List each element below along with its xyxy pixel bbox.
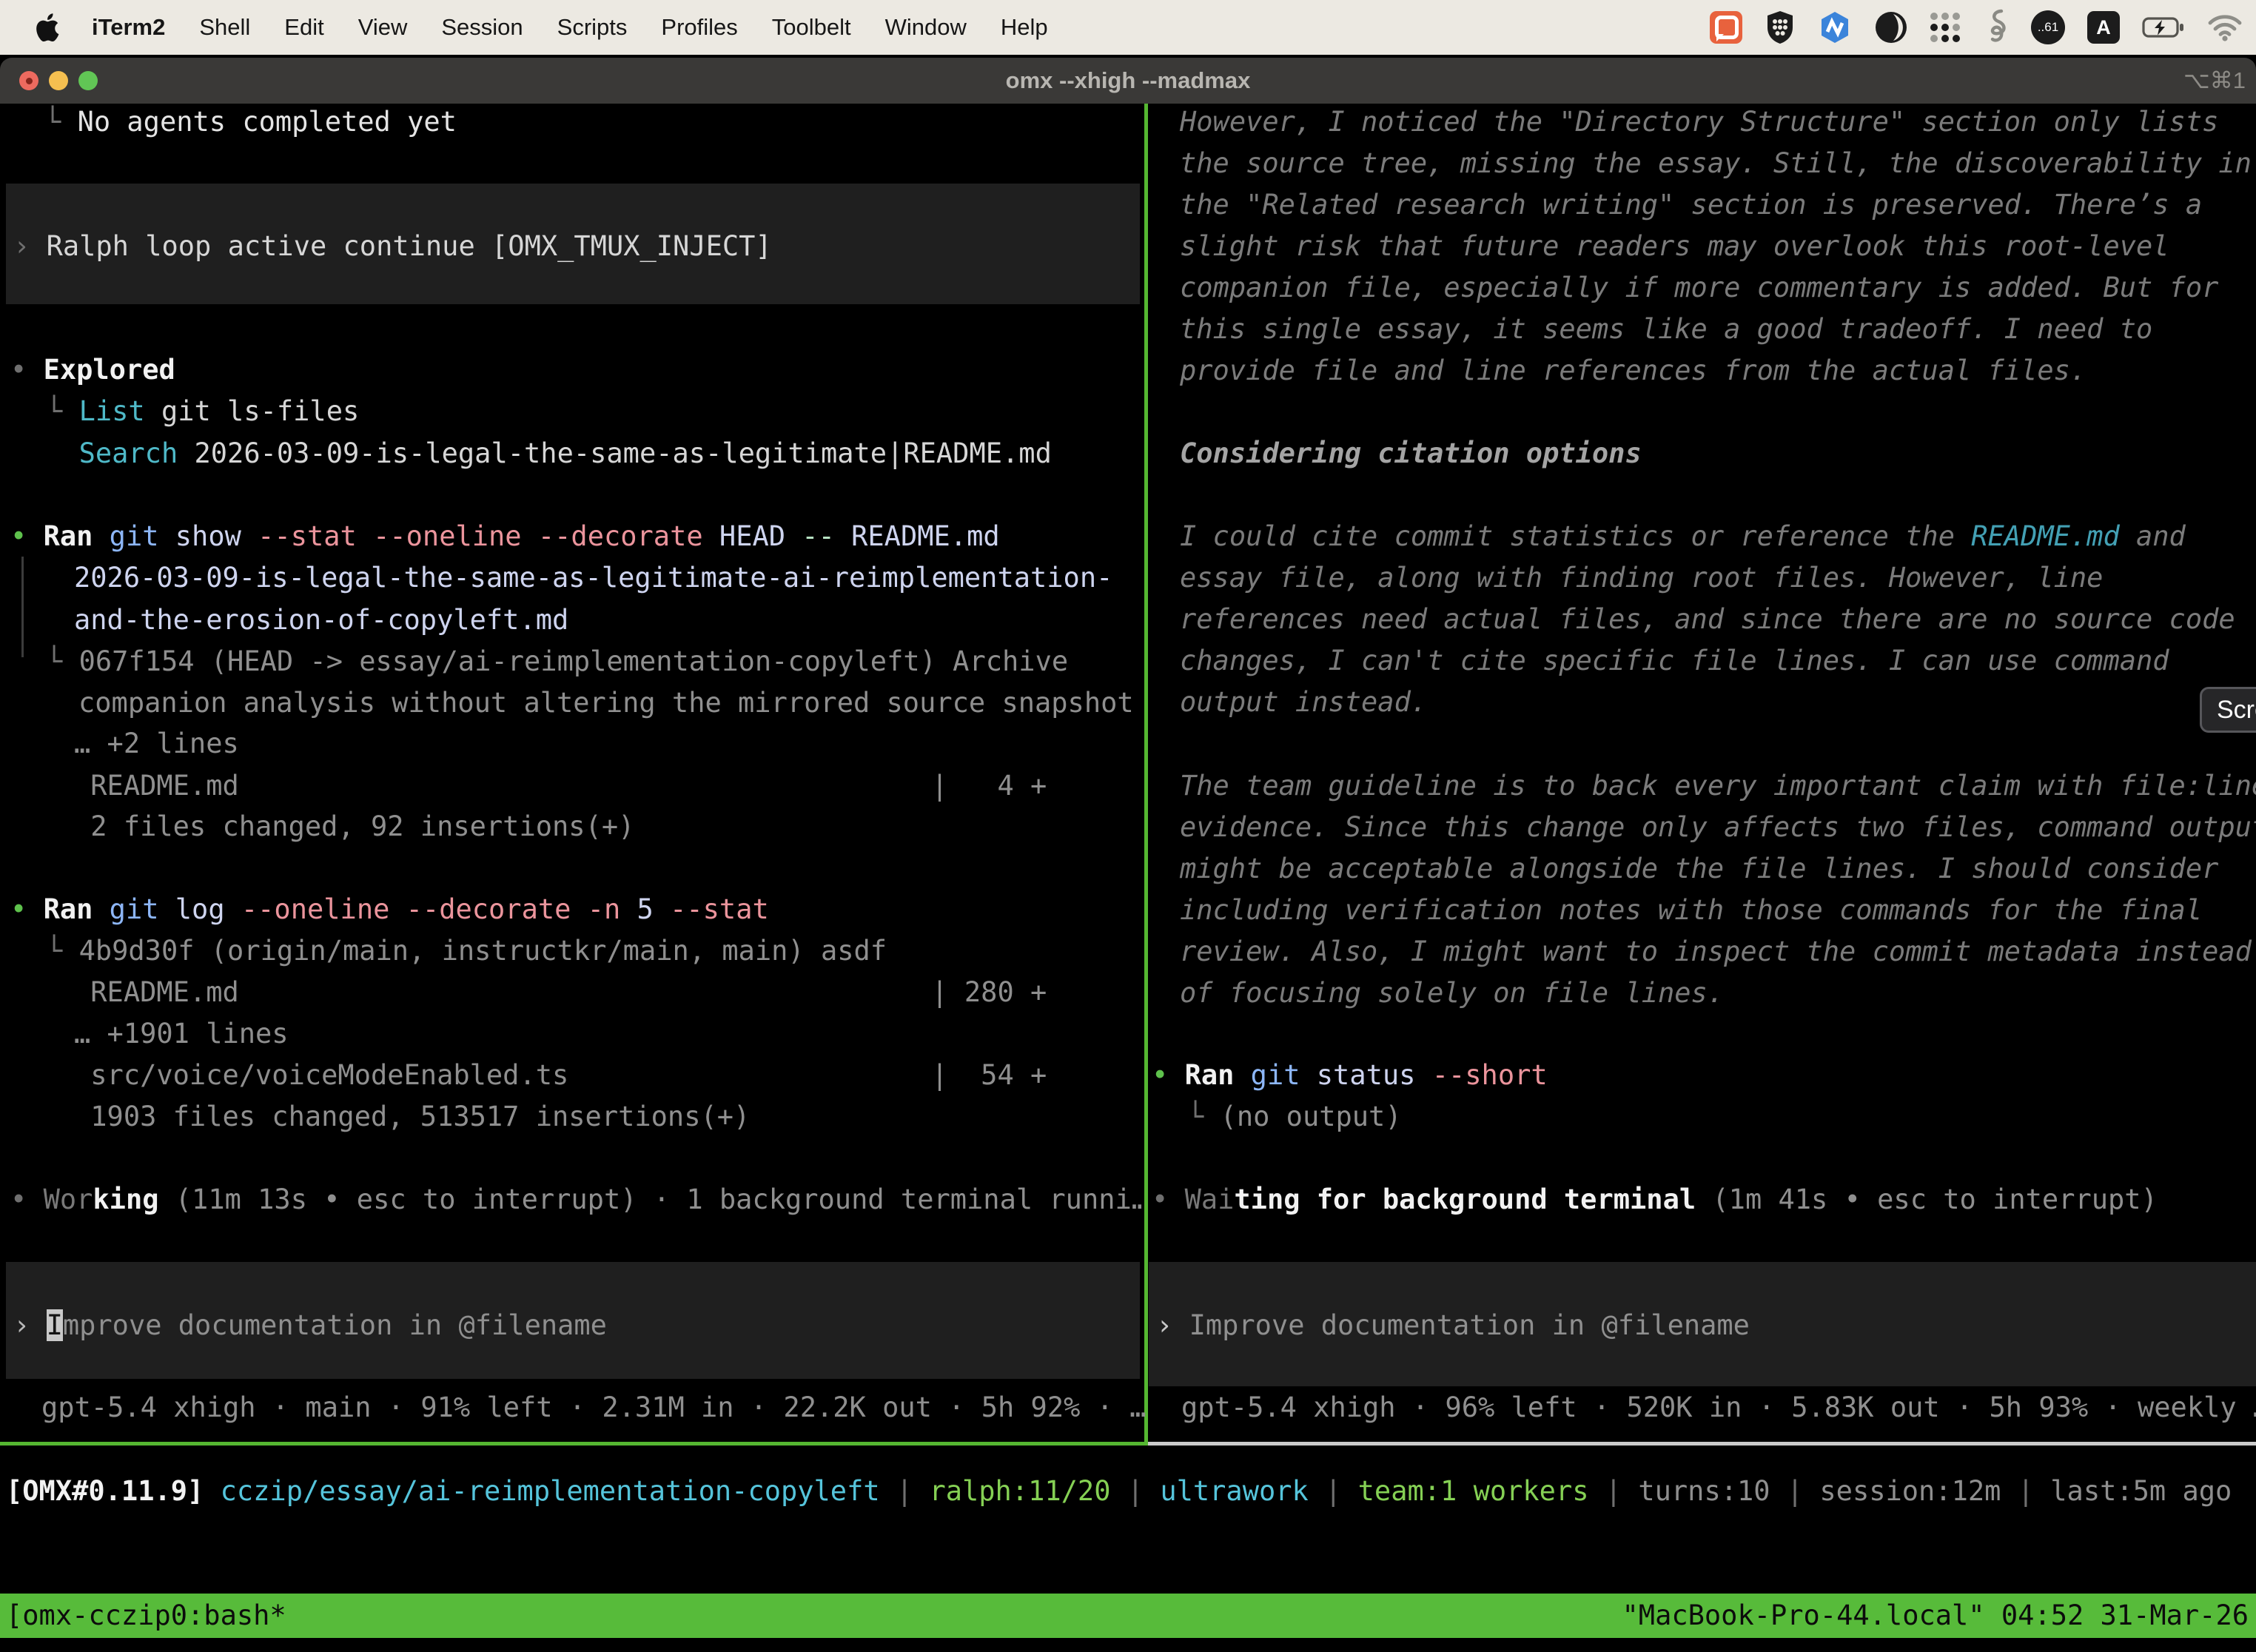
reasoning-heading: Considering citation options [1180,433,1642,474]
omx-version: [OMX#0.11.9] [6,1475,204,1507]
apple-menu-icon[interactable] [34,13,59,42]
menu-item-edit[interactable]: Edit [284,14,323,41]
contrast-crescent-icon[interactable] [1874,10,1908,44]
ran-git-show-command: • Ran git show --stat --oneline --decora… [10,516,1000,557]
reasoning-paragraph: The team guideline is to back every impo… [1180,765,2256,1014]
omx-ralph-count: ralph:11/20 [929,1475,1110,1507]
input-source-icon[interactable]: A [2087,11,2120,44]
git-show-output-line: README.md | 4 + [74,765,1047,807]
chat-app-icon[interactable] [1710,11,1742,44]
menu-item-view[interactable]: View [358,14,408,41]
omx-team: team:1 workers [1358,1475,1589,1507]
omx-session-time: session:12m [1819,1475,2001,1507]
hexagon-bolt-icon[interactable] [1818,10,1852,44]
tmux-status-bar: [omx-cczip0:bash* "MacBook-Pro-44.local"… [0,1594,2256,1638]
menu-item-shell[interactable]: Shell [199,14,250,41]
git-show-output-line: └ 067f154 (HEAD -> essay/ai-reimplementa… [46,641,1068,682]
git-status-output-line: └ (no output) [1187,1096,1402,1138]
macos-menu-bar: iTerm2 Shell Edit View Session Scripts P… [0,0,2256,55]
menu-item-profiles[interactable]: Profiles [661,14,737,41]
explored-list-line: └ List git ls-files [46,391,359,432]
git-show-output-line: 2 files changed, 92 insertions(+) [74,806,634,847]
tree-guide-line [21,557,24,657]
menu-item-toolbelt[interactable]: Toolbelt [772,14,851,41]
right-session-status: gpt-5.4 xhigh · 96% left · 520K in · 5.8… [1181,1387,2256,1428]
explored-header: • Explored [10,349,175,391]
git-log-output-line: src/voice/voiceModeEnabled.ts | 54 + [74,1055,1047,1096]
screen-share-chip[interactable]: Scre [2200,687,2256,733]
squiggle-icon[interactable] [1984,8,2009,47]
dots-grid-icon[interactable] [1930,12,1961,43]
command-arg-wrap-line: 2026-03-09-is-legal-the-same-as-legitima… [74,557,1112,599]
waiting-status-line: • Waiting for background terminal (1m 41… [1152,1179,2158,1220]
battery-percent-icon[interactable]: ..61 [2031,10,2065,44]
git-show-output-line: … +2 lines [74,723,239,765]
left-pane-bottom-border [0,1442,1144,1446]
omx-repo: cczip/essay/ai-reimplementation-copyleft [204,1475,879,1507]
omx-status-bar: [OMX#0.11.9] cczip/essay/ai-reimplementa… [6,1471,2232,1512]
readme-link: README.md [1971,520,2119,552]
ran-git-log-command: • Ran git log --oneline --decorate -n 5 … [10,889,769,930]
git-log-output-line: … +1901 lines [74,1013,289,1055]
menu-item-help[interactable]: Help [1001,14,1048,41]
explored-search-line: Search 2026-03-09-is-legal-the-same-as-l… [46,433,1052,474]
agents-note-line: └ No agents completed yet [44,101,457,143]
queued-message-line: › Ralph loop active continue [OMX_TMUX_I… [13,226,772,267]
left-session-status: gpt-5.4 xhigh · main · 91% left · 2.31M … [41,1387,1146,1428]
omx-last-activity: last:5m ago [2050,1475,2232,1507]
right-pane-bottom-border [1148,1442,2256,1446]
omx-turns: turns:10 [1638,1475,1770,1507]
window-title-bar: omx --xhigh --madmax ⌥⌘1 [0,58,2256,104]
ran-git-status-command: • Ran git status --short [1152,1055,1548,1096]
working-status-line: • Working (11m 13s • esc to interrupt) ·… [10,1179,1141,1220]
reasoning-paragraph: essay file, along with finding root file… [1180,557,2235,723]
shield-grid-icon[interactable] [1765,10,1796,45]
window-title: omx --xhigh --madmax [0,58,2256,104]
tmux-window-label[interactable]: [omx-cczip0:bash* [6,1594,286,1638]
text-cursor: I [47,1309,63,1341]
pane-divider[interactable] [1144,104,1148,1446]
menu-item-iterm2[interactable]: iTerm2 [92,14,165,41]
menu-item-window[interactable]: Window [885,14,967,41]
tmux-host-time: "MacBook-Pro-44.local" 04:52 31-Mar-26 [1622,1594,2249,1638]
window-shortcut-badge: ⌥⌘1 [2183,58,2246,104]
menu-items: iTerm2 Shell Edit View Session Scripts P… [92,14,1082,41]
battery-icon[interactable] [2142,16,2185,38]
reasoning-paragraph: However, I noticed the "Directory Struct… [1180,101,2252,392]
reasoning-line-with-link: I could cite commit statistics or refere… [1180,516,2186,557]
git-log-output-line: └ 4b9d30f (origin/main, instructkr/main,… [46,930,887,972]
git-log-output-line: README.md | 280 + [74,972,1047,1013]
left-prompt-text[interactable]: › Improve documentation in @filename [13,1305,607,1346]
wifi-icon[interactable] [2207,13,2243,41]
command-arg-wrap-line: and-the-erosion-of-copyleft.md [74,600,568,641]
omx-ultrawork: ultrawork [1160,1475,1308,1507]
git-log-output-line: 1903 files changed, 513517 insertions(+) [74,1096,750,1138]
right-prompt-text[interactable]: › Improve documentation in @filename [1156,1305,1750,1346]
git-show-output-line: companion analysis without altering the … [78,682,1134,724]
screen: iTerm2 Shell Edit View Session Scripts P… [0,0,2256,1652]
menu-status-icons: ..61 A [1710,8,2256,47]
menu-item-scripts[interactable]: Scripts [557,14,628,41]
menu-item-session[interactable]: Session [441,14,523,41]
